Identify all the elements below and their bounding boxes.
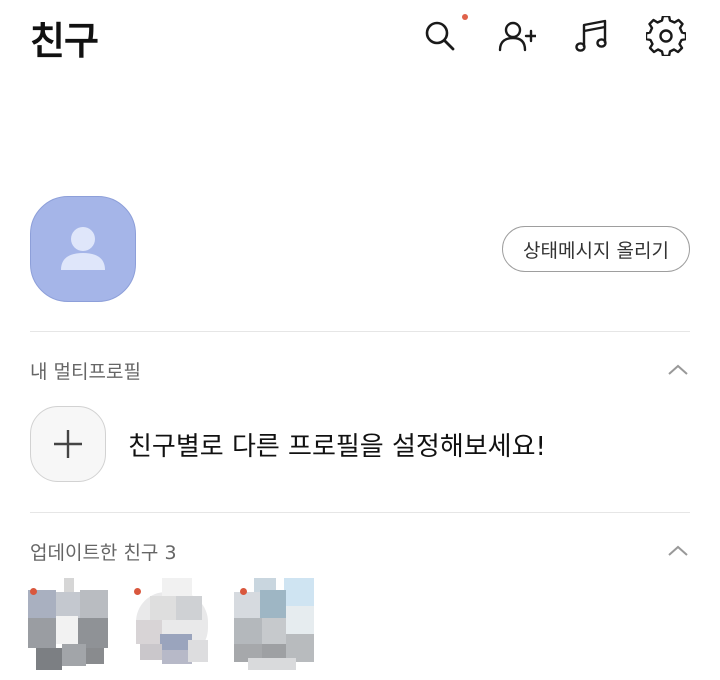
collapse-multi-profile-button[interactable] <box>666 358 690 382</box>
add-friend-button[interactable] <box>496 16 536 56</box>
updated-friend-avatar[interactable] <box>28 578 108 670</box>
add-multi-profile-button[interactable] <box>30 406 106 482</box>
add-friend-icon <box>498 21 536 52</box>
page-title: 친구 <box>30 19 99 63</box>
plus-icon <box>54 430 82 458</box>
music-icon <box>575 19 607 52</box>
updated-friends-section-title: 업데이트한 친구 3 <box>30 542 177 564</box>
settings-icon <box>646 16 686 56</box>
person-icon <box>61 227 105 270</box>
blurred-avatar <box>136 578 208 664</box>
collapse-updated-friends-button[interactable] <box>666 539 690 563</box>
new-update-dot <box>240 588 247 595</box>
music-button[interactable] <box>572 16 612 56</box>
new-update-dot <box>30 588 37 595</box>
new-update-dot <box>134 588 141 595</box>
blurred-avatar <box>28 578 108 670</box>
divider <box>30 331 690 332</box>
divider <box>30 512 690 513</box>
search-icon <box>425 21 455 51</box>
search-notification-dot <box>462 14 468 20</box>
chevron-up-icon <box>668 364 688 375</box>
my-profile-avatar[interactable] <box>30 196 136 302</box>
multi-profile-section-title: 내 멀티프로필 <box>30 361 141 383</box>
updated-friend-avatar[interactable] <box>132 578 212 670</box>
search-button[interactable] <box>420 16 460 56</box>
post-status-message-button[interactable]: 상태메시지 올리기 <box>502 226 690 272</box>
multi-profile-cta[interactable]: 친구별로 다른 프로필을 설정해보세요! <box>128 426 546 463</box>
chevron-up-icon <box>668 545 688 556</box>
settings-button[interactable] <box>646 16 686 56</box>
